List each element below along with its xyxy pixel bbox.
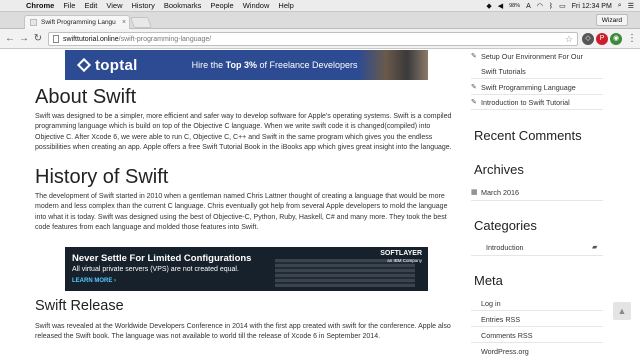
post-pencil-icon: ✎ [471,84,477,91]
adobe-icon[interactable]: A [526,3,531,10]
sidebar-meta-login[interactable]: Log in [481,299,501,308]
menu-bookmarks[interactable]: Bookmarks [164,1,202,10]
pinterest-icon[interactable]: P [596,33,608,45]
address-path: /swift-programming-language/ [118,35,212,43]
post-pencil-icon: ✎ [471,53,477,60]
sidebar-post-setup-cont[interactable]: Swift Tutorials [481,67,526,76]
ad-learn-more-link[interactable]: LEARN MORE › [72,278,116,284]
ad-subtext: All virtual private servers (VPS) are no… [72,266,239,273]
sidebar-divider [471,78,603,79]
sidebar-meta-comments-rss[interactable]: Comments RSS [481,331,533,340]
menu-help[interactable]: Help [278,1,293,10]
address-bar[interactable]: swifttutorial.online/swift-programming-l… [48,32,578,46]
sidebar-heading-categories: Categories [474,218,537,233]
calendar-icon: ▦ [471,189,478,196]
toptal-logo-icon [76,57,92,73]
softlayer-brand: SOFTLAYER an IBM Company [380,250,422,263]
ad-headline: Never Settle For Limited Configurations [72,253,252,264]
sidebar-heading-recent-comments: Recent Comments [474,128,582,143]
sidebar-divider [471,342,603,343]
chrome-menu-icon[interactable]: ⋮ [626,33,638,45]
sidebar-meta-wordpress[interactable]: WordPress.org [481,347,529,356]
reload-icon[interactable]: ↻ [32,33,44,45]
extension-icon[interactable]: ◇ [582,33,594,45]
sidebar-heading-meta: Meta [474,273,503,288]
scroll-to-top-button[interactable]: ▲ [613,302,631,320]
back-icon[interactable]: ← [4,33,16,45]
forward-icon[interactable]: → [18,33,30,45]
paragraph-swift-release: Swift was revealed at the Worldwide Deve… [35,323,451,341]
bluetooth-icon[interactable]: ᛒ [549,3,553,10]
dropbox-icon[interactable]: ◆ [486,2,491,10]
paragraph-history-of-swift: The development of Swift started in 2010… [35,193,448,231]
sidebar-divider [471,310,603,311]
sidebar-meta-entries-rss[interactable]: Entries RSS [481,315,520,324]
menu-edit[interactable]: Edit [84,1,97,10]
menubar-clock[interactable]: Fri 12:34 PM [572,3,612,10]
menu-people[interactable]: People [210,1,233,10]
ad-photo [358,50,428,80]
softlayer-ad-banner[interactable]: Never Settle For Limited Configurations … [65,247,428,291]
menu-view[interactable]: View [106,1,122,10]
browser-tab[interactable]: Swift Programming Langu × [24,15,130,29]
heading-swift-release: Swift Release [35,298,124,314]
post-pencil-icon: ✎ [471,99,477,106]
sidebar-heading-archives: Archives [474,162,524,177]
notification-center-icon[interactable]: ☰ [628,2,634,10]
toptal-ad-banner[interactable]: toptal Hire the Top 3% of Freelance Deve… [65,50,428,80]
sidebar-divider [471,200,603,201]
menu-window[interactable]: Window [243,1,270,10]
wifi-icon[interactable]: ◠ [537,2,543,10]
address-host: swifttutorial.online [63,35,119,43]
bookmark-star-icon[interactable]: ☆ [565,34,573,45]
sidebar-post-swift-language[interactable]: Swift Programming Language [481,83,576,92]
menu-file[interactable]: File [63,1,75,10]
paragraph-about-swift: Swift was designed to be a simpler, more… [35,113,452,151]
toptal-tagline: Hire the Top 3% of Freelance Developers. [191,60,361,70]
browser-toolbar: ← → ↻ swifttutorial.online/swift-program… [0,29,640,49]
profile-button[interactable]: Wizard [595,14,628,26]
tab-title: Swift Programming Langu [41,19,116,26]
menu-history[interactable]: History [132,1,155,10]
toptal-brand: toptal [95,56,138,74]
page-info-icon[interactable] [53,35,59,43]
macos-menubar: Chrome File Edit View History Bookmarks … [0,0,640,12]
sidebar-post-setup[interactable]: Setup Our Environment For Our [481,52,583,61]
tab-close-icon[interactable]: × [119,19,129,26]
tab-strip: Swift Programming Langu × Wizard [0,12,640,29]
menu-app-chrome[interactable]: Chrome [26,1,54,10]
extension-green-icon[interactable]: ◉ [610,33,622,45]
sidebar-divider [471,94,603,95]
heading-about-swift: About Swift [35,86,137,108]
sidebar-category-introduction[interactable]: Introduction [486,243,524,252]
sidebar-post-introduction[interactable]: Introduction to Swift Tutorial [481,98,570,107]
new-tab-button[interactable] [129,17,153,28]
volume-icon[interactable]: ◀ [498,2,503,10]
sidebar-divider [471,109,603,110]
web-page: toptal Hire the Top 3% of Freelance Deve… [0,50,640,360]
sidebar-divider [471,255,603,256]
favicon-icon [30,19,37,26]
sidebar-divider [471,326,603,327]
heading-history-of-swift: History of Swift [35,166,169,188]
folder-icon: ▰ [592,244,598,251]
sidebar-archive-march-2016[interactable]: March 2016 [481,188,519,197]
battery-icon[interactable]: ▭ [559,2,566,10]
battery-percent[interactable]: 98% [509,3,520,9]
spotlight-icon[interactable]: ⌕ [618,2,622,10]
